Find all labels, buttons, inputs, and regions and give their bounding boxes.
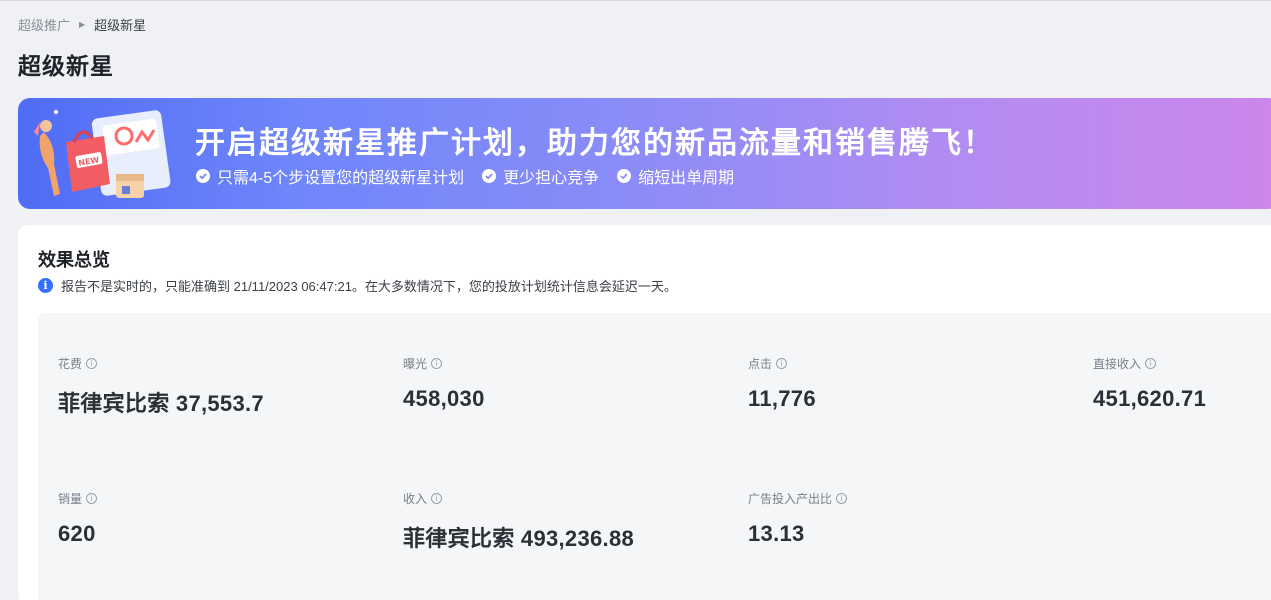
banner-point: 缩短出单周期 bbox=[617, 164, 734, 188]
help-icon[interactable]: i bbox=[86, 358, 98, 369]
promo-banner: NEW 开启超级新星推广计划，助力您的新品流量和销售腾飞！ 只需4-5个步设置您… bbox=[18, 98, 1271, 209]
check-circle-icon bbox=[617, 169, 632, 183]
banner-points: 只需4-5个步设置您的超级新星计划 更少担心竞争 缩短出单周期 bbox=[196, 164, 752, 188]
banner-point: 只需4-5个步设置您的超级新星计划 bbox=[196, 164, 464, 188]
help-icon[interactable]: i bbox=[1145, 358, 1157, 369]
metric-label: 花费 bbox=[58, 357, 83, 371]
shopping-bags-illustration-icon: NEW bbox=[34, 110, 171, 198]
metric-spend: 花费 i 菲律宾比索 37,553.7 bbox=[58, 355, 264, 418]
breadcrumb-current: 超级新星 bbox=[94, 18, 147, 33]
banner-point: 更少担心竞争 bbox=[482, 164, 599, 188]
metric-value: 菲律宾比索 37,553.7 bbox=[58, 391, 264, 416]
metric-label: 收入 bbox=[403, 492, 428, 506]
breadcrumb-parent-link[interactable]: 超级推广 bbox=[18, 15, 70, 34]
page-title: 超级新星 bbox=[18, 53, 114, 79]
check-circle-icon bbox=[196, 169, 210, 183]
metric-roas: 广告投入产出比 i 13.13 bbox=[748, 490, 848, 547]
overview-card: 效果总览 i 报告不是实时的，只能准确到 21/11/2023 06:47:21… bbox=[18, 225, 1271, 600]
metric-value: 451,620.71 bbox=[1093, 386, 1207, 411]
metric-revenue: 收入 i 菲律宾比索 493,236.88 bbox=[403, 490, 634, 553]
banner-point-text: 更少担心竞争 bbox=[503, 170, 600, 187]
report-notice: i 报告不是实时的，只能准确到 21/11/2023 06:47:21。在大多数… bbox=[38, 276, 677, 295]
metric-value: 11,776 bbox=[748, 386, 816, 411]
help-icon[interactable]: i bbox=[86, 493, 98, 504]
metric-label: 直接收入 bbox=[1093, 357, 1142, 371]
metric-direct-revenue: 直接收入 i 451,620.71 bbox=[1093, 355, 1206, 412]
metric-clicks: 点击 i 11,776 bbox=[748, 355, 816, 412]
metric-value: 458,030 bbox=[403, 386, 485, 411]
breadcrumb: 超级推广 ▶ 超级新星 bbox=[18, 15, 146, 34]
info-icon: i bbox=[38, 278, 53, 293]
metric-label: 曝光 bbox=[403, 357, 428, 371]
metrics-panel: 花费 i 菲律宾比索 37,553.7 曝光 i 458,030 点击 i 11,77… bbox=[38, 313, 1271, 600]
metric-value: 菲律宾比索 493,236.88 bbox=[403, 526, 635, 551]
metric-value: 13.13 bbox=[748, 521, 805, 546]
help-icon[interactable]: i bbox=[431, 493, 443, 504]
banner-title: 开启超级新星推广计划，助力您的新品流量和销售腾飞！ bbox=[195, 127, 995, 160]
banner-point-text: 缩短出单周期 bbox=[638, 170, 735, 187]
metric-label: 广告投入产出比 bbox=[748, 492, 833, 506]
help-icon[interactable]: i bbox=[431, 358, 443, 369]
banner-point-text: 只需4-5个步设置您的超级新星计划 bbox=[217, 170, 465, 187]
help-icon[interactable]: i bbox=[836, 493, 848, 504]
metric-sales: 销量 i 620 bbox=[58, 490, 98, 547]
overview-title: 效果总览 bbox=[38, 250, 110, 270]
metric-label: 销量 bbox=[58, 492, 83, 506]
metric-impressions: 曝光 i 458,030 bbox=[403, 355, 485, 412]
metric-value: 620 bbox=[58, 521, 96, 546]
help-icon[interactable]: i bbox=[776, 358, 788, 369]
metric-label: 点击 bbox=[748, 357, 773, 371]
check-circle-icon bbox=[482, 169, 497, 183]
breadcrumb-separator-icon: ▶ bbox=[79, 20, 86, 29]
report-notice-text: 报告不是实时的，只能准确到 21/11/2023 06:47:21。在大多数情况… bbox=[61, 279, 677, 294]
top-divider bbox=[0, 0, 1271, 1]
